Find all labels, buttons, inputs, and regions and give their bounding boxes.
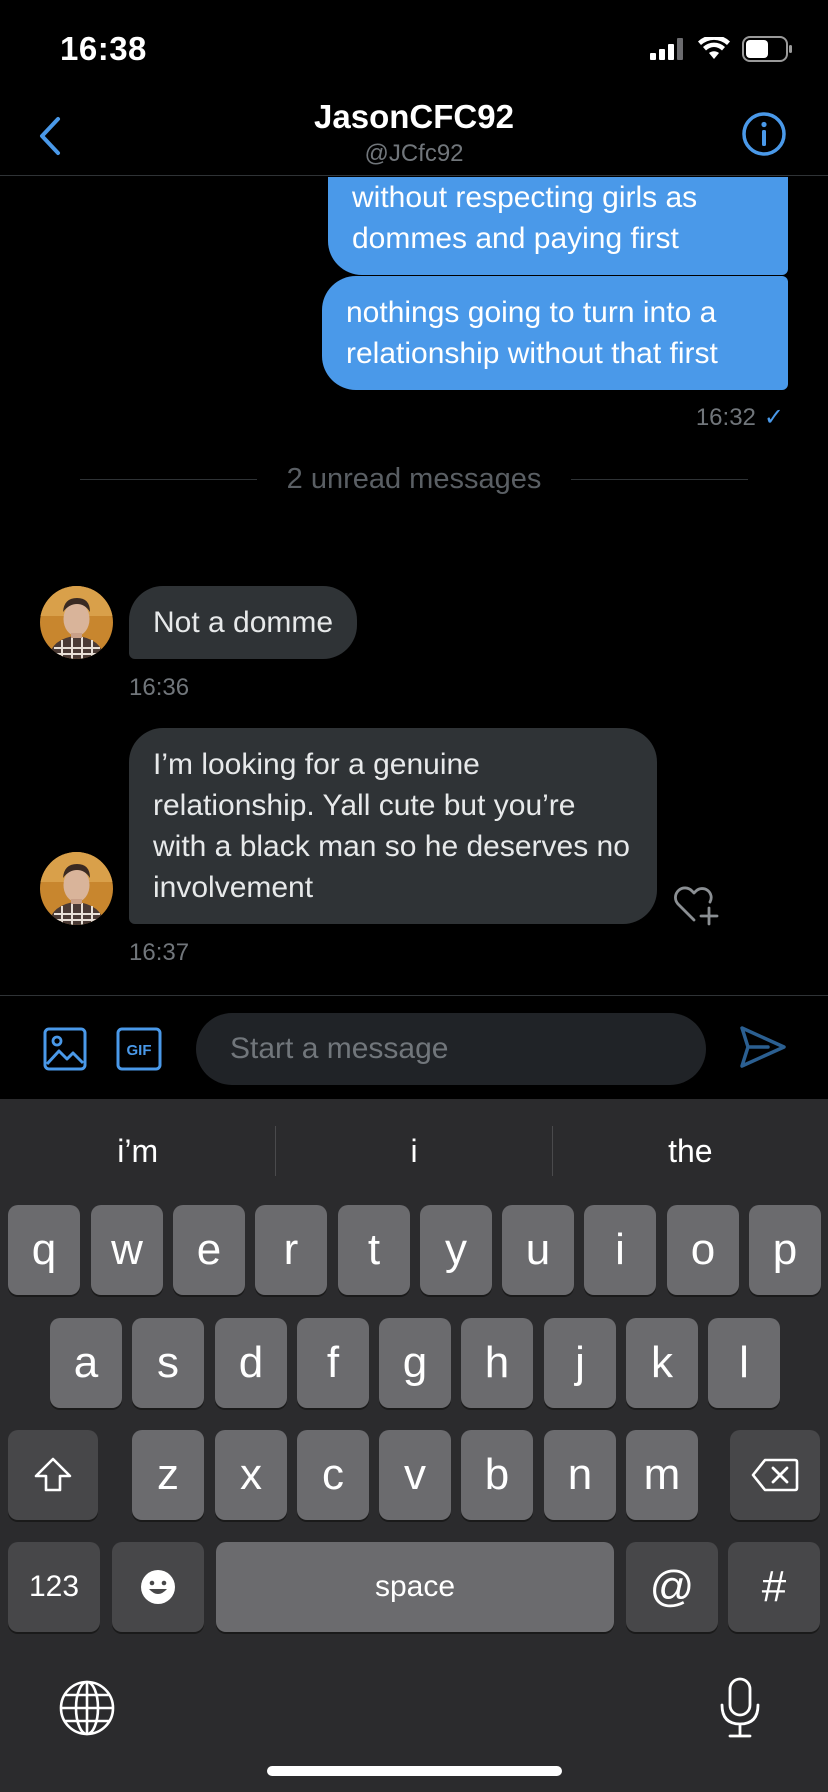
avatar-image bbox=[40, 586, 113, 659]
autocomplete-bar: i’m i the bbox=[0, 1099, 828, 1203]
key-p[interactable]: p bbox=[749, 1205, 821, 1295]
keyboard: i’m i the q w e r t y u i o p a s d f g … bbox=[0, 1099, 828, 1792]
key-o[interactable]: o bbox=[667, 1205, 739, 1295]
space-key[interactable]: space bbox=[216, 1542, 614, 1632]
key-a[interactable]: a bbox=[50, 1318, 122, 1408]
outgoing-message[interactable]: without respecting girls as dommes and p… bbox=[328, 177, 788, 275]
key-h[interactable]: h bbox=[461, 1318, 533, 1408]
key-l[interactable]: l bbox=[708, 1318, 780, 1408]
home-indicator[interactable] bbox=[267, 1766, 562, 1776]
status-icons bbox=[650, 36, 794, 62]
key-g[interactable]: g bbox=[379, 1318, 451, 1408]
backspace-icon bbox=[751, 1458, 799, 1492]
unread-divider: 2 unread messages bbox=[80, 462, 748, 495]
shift-key[interactable] bbox=[8, 1430, 98, 1520]
avatar[interactable] bbox=[40, 586, 113, 659]
key-z[interactable]: z bbox=[132, 1430, 204, 1520]
emoji-key[interactable] bbox=[112, 1542, 204, 1632]
emoji-icon bbox=[141, 1570, 175, 1604]
gif-button[interactable]: GIF bbox=[116, 1026, 162, 1072]
sent-check-icon: ✓ bbox=[763, 404, 784, 431]
contact-handle: @JCfc92 bbox=[364, 140, 464, 167]
status-time: 16:38 bbox=[60, 30, 147, 67]
suggestion[interactable]: i bbox=[276, 1133, 551, 1170]
message-time: 16:32 bbox=[695, 403, 756, 431]
key-s[interactable]: s bbox=[132, 1318, 204, 1408]
key-j[interactable]: j bbox=[544, 1318, 616, 1408]
at-key[interactable]: @ bbox=[626, 1542, 718, 1632]
key-k[interactable]: k bbox=[626, 1318, 698, 1408]
key-d[interactable]: d bbox=[215, 1318, 287, 1408]
key-x[interactable]: x bbox=[215, 1430, 287, 1520]
shift-icon bbox=[34, 1457, 72, 1492]
key-u[interactable]: u bbox=[502, 1205, 574, 1295]
message-input[interactable] bbox=[196, 1013, 706, 1085]
status-bar: 16:38 bbox=[0, 0, 828, 100]
key-b[interactable]: b bbox=[461, 1430, 533, 1520]
signal-icon bbox=[650, 38, 683, 60]
add-reaction-button[interactable] bbox=[672, 882, 722, 928]
incoming-message[interactable]: I’m looking for a genuine relationship. … bbox=[129, 728, 657, 924]
key-e[interactable]: e bbox=[173, 1205, 245, 1295]
dictation-button[interactable] bbox=[718, 1677, 762, 1739]
conversation-header: JasonCFC92 @JCfc92 bbox=[0, 96, 828, 176]
hash-key[interactable]: # bbox=[728, 1542, 820, 1632]
avatar[interactable] bbox=[40, 852, 113, 925]
info-button[interactable] bbox=[740, 110, 788, 158]
wifi-icon bbox=[698, 37, 730, 59]
microphone-icon bbox=[720, 1677, 760, 1738]
key-y[interactable]: y bbox=[420, 1205, 492, 1295]
key-v[interactable]: v bbox=[379, 1430, 451, 1520]
key-m[interactable]: m bbox=[626, 1430, 698, 1520]
message-composer: GIF bbox=[0, 995, 828, 1099]
suggestion[interactable]: i’m bbox=[0, 1133, 275, 1170]
key-t[interactable]: t bbox=[338, 1205, 410, 1295]
unread-divider-text: 2 unread messages bbox=[286, 462, 542, 495]
incoming-message[interactable]: Not a domme bbox=[129, 586, 358, 659]
divider-line bbox=[571, 478, 748, 480]
key-f[interactable]: f bbox=[297, 1318, 369, 1408]
key-c[interactable]: c bbox=[297, 1430, 369, 1520]
outgoing-message-meta: 16:32 ✓ bbox=[696, 403, 784, 432]
key-q[interactable]: q bbox=[8, 1205, 80, 1295]
send-button[interactable] bbox=[738, 1022, 788, 1072]
media-button[interactable] bbox=[42, 1026, 88, 1072]
outgoing-message[interactable]: nothings going to turn into a relationsh… bbox=[322, 276, 788, 390]
backspace-key[interactable] bbox=[730, 1430, 820, 1520]
divider-line bbox=[80, 478, 257, 480]
numbers-key[interactable]: 123 bbox=[8, 1542, 100, 1632]
message-time: 16:37 bbox=[129, 939, 190, 966]
globe-button[interactable] bbox=[58, 1679, 116, 1737]
conversation-thread[interactable]: without respecting girls as dommes and p… bbox=[0, 177, 828, 995]
message-time: 16:36 bbox=[129, 674, 190, 701]
suggestion[interactable]: the bbox=[553, 1133, 828, 1170]
image-icon bbox=[43, 1027, 87, 1071]
contact-name[interactable]: JasonCFC92 bbox=[0, 98, 828, 136]
battery-icon bbox=[742, 36, 792, 62]
gif-label: GIF bbox=[127, 1042, 152, 1059]
key-n[interactable]: n bbox=[544, 1430, 616, 1520]
globe-icon bbox=[59, 1680, 115, 1736]
key-i[interactable]: i bbox=[584, 1205, 656, 1295]
heart-plus-icon bbox=[674, 886, 719, 926]
avatar-image bbox=[40, 852, 113, 925]
key-r[interactable]: r bbox=[255, 1205, 327, 1295]
info-icon bbox=[742, 112, 786, 156]
gif-icon: GIF bbox=[116, 1027, 162, 1071]
send-icon bbox=[740, 1026, 786, 1068]
key-w[interactable]: w bbox=[91, 1205, 163, 1295]
